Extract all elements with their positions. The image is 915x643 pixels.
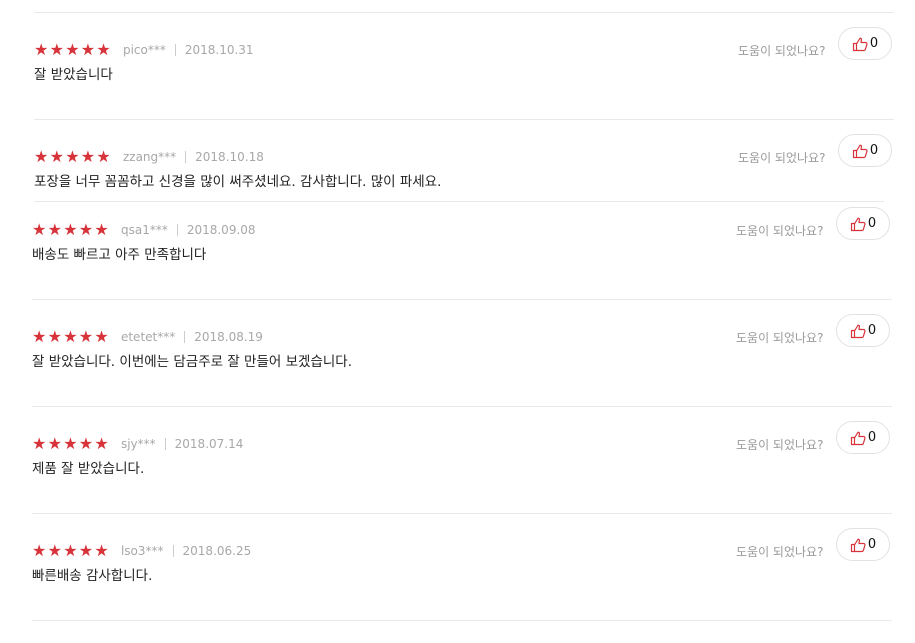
star-icon: ★ [47,220,62,239]
like-count: 0 [867,323,877,338]
meta-divider [164,438,166,450]
like-count: 0 [867,430,877,445]
star-rating: ★ ★ ★ ★ ★ [34,42,112,58]
star-icon: ★ [78,327,94,346]
thumbs-up-icon [850,217,866,231]
thumbs-up-icon [850,324,866,338]
review-item: ★ ★ ★ ★ ★ pico*** 2018.10.31 잘 받았습니다 도움이 되었나요? 0 [0,27,915,142]
review-date: 2018.09.08 [186,223,256,237]
review-text: 잘 받았습니다 [34,67,113,83]
review-text: 제품 잘 받았습니다. [32,461,145,477]
like-count: 0 [869,143,879,158]
thumbs-up-icon [850,538,866,552]
star-icon: ★ [96,147,111,166]
review-date: 2018.08.19 [194,330,263,344]
like-button[interactable]: 0 [838,27,892,60]
review-date: 2018.06.25 [182,544,252,558]
like-button[interactable]: 0 [836,528,890,561]
review-author: sjy*** [120,437,156,451]
divider [34,12,894,13]
review-date: 2018.10.31 [184,43,254,57]
like-count: 0 [869,36,879,51]
star-icon: ★ [63,434,78,453]
review-text: 빠른배송 감사합니다. [32,568,153,584]
review-meta: ★ ★ ★ ★ ★ etetet*** 2018.08.19 [32,329,263,345]
star-icon: ★ [94,541,109,560]
review-item: ★ ★ ★ ★ ★ sjy*** 2018.07.14 제품 잘 받았습니다. 도움이 되었나요… [0,421,915,536]
helpful-label: 도움이 되었나요? [738,151,826,165]
star-icon: ★ [49,40,64,59]
star-icon: ★ [96,40,111,59]
star-rating: ★ ★ ★ ★ ★ [32,436,110,452]
review-text: 잘 받았습니다. 이번에는 담금주로 잘 만들어 보겠습니다. [32,354,352,370]
like-button[interactable]: 0 [836,421,890,454]
helpful-label: 도움이 되었나요? [736,224,824,238]
review-item: ★ ★ ★ ★ ★ lso3*** 2018.06.25 빠른배송 감사합니다. 도움이 되었나… [0,528,915,643]
thumbs-up-icon [850,431,866,445]
like-count: 0 [867,537,877,552]
star-icon: ★ [34,147,49,166]
meta-divider [185,151,187,163]
star-rating: ★ ★ ★ ★ ★ [34,149,112,165]
review-author: lso3*** [120,544,164,558]
star-icon: ★ [47,327,62,346]
review-author: zzang*** [122,150,177,164]
helpful-label: 도움이 되었나요? [738,44,826,58]
star-icon: ★ [80,147,96,166]
star-icon: ★ [94,327,109,346]
meta-divider [176,224,178,236]
star-icon: ★ [65,147,80,166]
meta-divider [184,331,186,343]
star-icon: ★ [32,327,47,346]
review-meta: ★ ★ ★ ★ ★ pico*** 2018.10.31 [34,42,254,58]
star-icon: ★ [80,40,96,59]
star-icon: ★ [63,327,78,346]
star-icon: ★ [63,541,78,560]
review-item: ★ ★ ★ ★ ★ qsa1*** 2018.09.08 배송도 빠르고 아주 만족합니다 도움… [0,207,915,322]
review-author: pico*** [122,43,166,57]
star-icon: ★ [65,40,80,59]
thumbs-up-icon [852,37,868,51]
review-date: 2018.07.14 [174,437,244,451]
review-meta: ★ ★ ★ ★ ★ qsa1*** 2018.09.08 [32,222,256,238]
review-meta: ★ ★ ★ ★ ★ zzang*** 2018.10.18 [34,149,264,165]
star-icon: ★ [78,220,94,239]
star-icon: ★ [47,541,62,560]
star-icon: ★ [32,434,47,453]
star-icon: ★ [32,541,47,560]
meta-divider [172,545,174,557]
review-text: 배송도 빠르고 아주 만족합니다 [32,247,207,263]
like-count: 0 [867,216,877,231]
star-rating: ★ ★ ★ ★ ★ [32,543,110,559]
review-item: ★ ★ ★ ★ ★ etetet*** 2018.08.19 잘 받았습니다. 이번에는 담금… [0,314,915,429]
star-icon: ★ [63,220,78,239]
star-icon: ★ [94,220,109,239]
like-button[interactable]: 0 [836,207,890,240]
thumbs-up-icon [852,144,868,158]
star-icon: ★ [49,147,64,166]
star-icon: ★ [78,541,94,560]
star-rating: ★ ★ ★ ★ ★ [32,222,110,238]
star-icon: ★ [32,220,47,239]
like-button[interactable]: 0 [838,134,892,167]
review-text: 포장을 너무 꼼꼼하고 신경을 많이 써주셨네요. 감사합니다. 많이 파세요. [34,174,442,190]
review-author: etetet*** [120,330,176,344]
star-rating: ★ ★ ★ ★ ★ [32,329,110,345]
helpful-label: 도움이 되었나요? [736,438,824,452]
review-meta: ★ ★ ★ ★ ★ lso3*** 2018.06.25 [32,543,251,559]
star-icon: ★ [94,434,109,453]
review-meta: ★ ★ ★ ★ ★ sjy*** 2018.07.14 [32,436,243,452]
review-author: qsa1*** [120,223,168,237]
star-icon: ★ [34,40,49,59]
like-button[interactable]: 0 [836,314,890,347]
meta-divider [174,44,176,56]
helpful-label: 도움이 되었나요? [736,545,824,559]
star-icon: ★ [78,434,94,453]
helpful-label: 도움이 되었나요? [736,331,824,345]
star-icon: ★ [47,434,62,453]
review-date: 2018.10.18 [195,150,264,164]
